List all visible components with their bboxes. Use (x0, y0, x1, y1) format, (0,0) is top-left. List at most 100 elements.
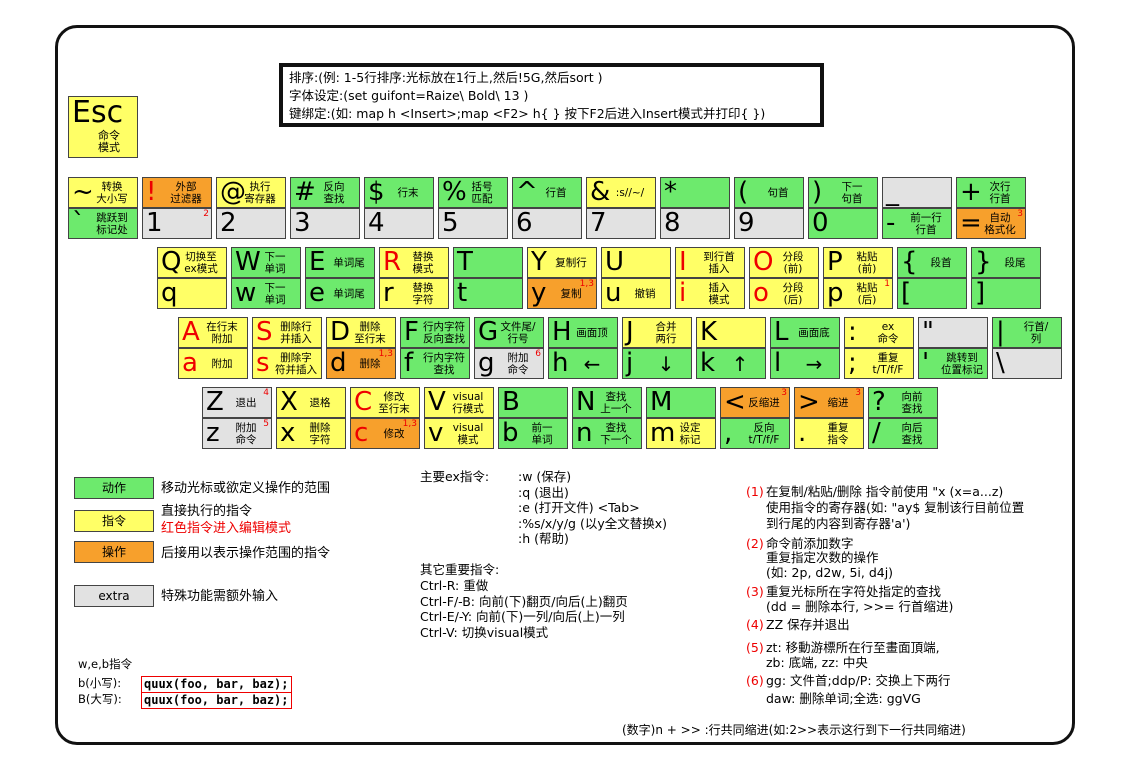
key-char: 0 (812, 208, 829, 238)
key-3-1: X 退格 x 删除 字符 (276, 387, 346, 449)
key-footnote: 6 (535, 349, 541, 359)
key-lower-half: - 前一行 行首 (882, 208, 952, 239)
key-char: 6 (516, 208, 533, 238)
key-lower-half: j ↓ (622, 348, 692, 379)
key-0-11: _ - 前一行 行首 (882, 177, 952, 239)
key-desc: 设定 标记 (679, 422, 701, 446)
key-char: 5 (442, 208, 459, 238)
key-3-8: > 缩进 3. 重复 指令 (794, 387, 864, 449)
indent-tip: (数字)n + >> :行共同缩进(如:2>>表示这行到下一行共同缩进) (622, 723, 966, 737)
key-lower-half: 6 (512, 208, 582, 239)
key-lower-half: k ↑ (696, 348, 766, 379)
key-2-2: D 删除 至行末 d 删除 1,3 (326, 317, 396, 379)
key-lower-half: , 反向 t/T/f/F (720, 418, 790, 449)
key-char: : (848, 317, 857, 347)
key-lower-half: s 删除字 符并插入 (252, 348, 322, 379)
key-desc: 切换至 ex模式 (184, 251, 218, 275)
key-char: g (478, 348, 495, 378)
key-desc: 退出 (235, 397, 257, 409)
key-char: * (664, 177, 677, 207)
wb-big-label: B(大写): (78, 692, 122, 706)
key-lower-half: l → (770, 348, 840, 379)
key-upper-half: D 删除 至行末 (326, 317, 396, 348)
key-char: M (650, 387, 673, 417)
key-lower-half: t (453, 278, 523, 309)
tip-3: (3) 重复光标所在字符处指定的查找 (dd = 删除本行, >>= 行首缩进) (746, 584, 953, 614)
key-char: ) (812, 177, 823, 207)
key-desc: 粘贴 (后) (856, 282, 878, 306)
key-upper-half: F 行内字符 反向查找 (400, 317, 470, 348)
key-desc: 文件尾/ 行号 (500, 321, 536, 345)
key-0-2: @ 执行 寄存器 2 (216, 177, 286, 239)
key-char: ( (738, 177, 749, 207)
key-char: V (428, 387, 446, 417)
key-char: Z (206, 387, 224, 417)
key-char: " (922, 317, 934, 347)
key-lower-half: . 重复 指令 (794, 418, 864, 449)
key-char: y (531, 278, 547, 308)
key-0-3: # 反向 查找 3 (290, 177, 360, 239)
key-upper-half: B (498, 387, 568, 418)
key-footnote: 5 (263, 419, 269, 429)
key-desc: 复制 (560, 288, 582, 300)
key-esc: Esc 命令 模式 (68, 96, 138, 158)
key-footnote: 1,3 (378, 349, 393, 359)
key-0-8: * 8 (660, 177, 730, 239)
key-lower-half: d 删除 1,3 (326, 348, 396, 379)
legend-text-command: 直接执行的指令 (161, 504, 253, 519)
tip-number: (1) (746, 484, 764, 499)
key-char: k (700, 348, 716, 378)
key-lower-half: 3 (290, 208, 360, 239)
key-char: l (774, 348, 782, 378)
key-desc: 附加 命令 (507, 352, 529, 376)
other-list: Ctrl-R: 重做 Ctrl-F/-B: 向前(下)翻页/向后(上)翻页 Ct… (420, 578, 628, 640)
key-lower-half: ` 跳跃到 标记处 (68, 208, 138, 239)
key-2-3: F 行内字符 反向查找 f 行内字符 查找 (400, 317, 470, 379)
key-char: t (457, 278, 468, 308)
key-lower-half: o 分段 (后) (749, 278, 819, 309)
key-char: 3 (294, 208, 311, 238)
key-desc: 删除 字符 (309, 422, 331, 446)
key-desc: 重复 t/T/f/F (872, 352, 904, 376)
key-upper-half: ^ 行首 (512, 177, 582, 208)
key-2-9: : ex 命令; 重复 t/T/f/F (844, 317, 914, 379)
key-desc: 删除字 符并插入 (275, 352, 317, 376)
key-lower-half: a 附加 (178, 348, 248, 379)
key-upper-half: H 画面顶 (548, 317, 618, 348)
key-3-5: N 查找 上一个 n 查找 下一个 (572, 387, 642, 449)
key-desc: 粘贴 (前) (856, 251, 878, 275)
key-3-6: Mm 设定 标记 (646, 387, 716, 449)
ex-item: :%s/x/y/g (以y全文替换x) (518, 515, 667, 531)
key-char: h (552, 348, 569, 378)
key-char: 1 (146, 208, 163, 238)
key-3-3: Vvisual 行模式 v visual 模式 (424, 387, 494, 449)
key-2-1: S 删除行 并插入 s 删除字 符并插入 (252, 317, 322, 379)
tip-line: ZZ 保存并退出 (766, 617, 850, 632)
key-desc: 分段 (后) (782, 282, 804, 306)
key-upper-half: A 在行末 附加 (178, 317, 248, 348)
key-desc: 画面底 (798, 327, 830, 339)
key-desc: 撤销 (634, 288, 656, 300)
key-char: f (404, 348, 414, 378)
key-desc: 下一 句首 (841, 181, 863, 205)
key-desc: ex 命令 (877, 321, 899, 345)
legend-text-action: 移动光标或欲定义操作的范围 (161, 481, 331, 496)
tip-line: 重复光标所在字符处指定的查找 (766, 584, 942, 599)
key-lower-half: p 粘贴 (后) 1 (823, 278, 893, 309)
key-desc: 自动 格式化 (984, 212, 1016, 236)
key-desc: 反向 查找 (323, 181, 345, 205)
ex-item: :h (帮助) (518, 531, 569, 546)
key-char: o (753, 278, 769, 308)
sort-tip: 排序:(例: 1-5行排序:光标放在1行上,然后!5G,然后sort ) (289, 70, 603, 85)
key-char: E (309, 247, 326, 277)
key-2-8: L 画面底 l → (770, 317, 840, 379)
key-upper-half: U (601, 247, 671, 278)
key-lower-half: 7 (586, 208, 656, 239)
key-2-4: G 文件尾/ 行号 g 附加 命令 6 (474, 317, 544, 379)
key-char: c (354, 418, 369, 448)
tip-line: (如: 2p, d2w, 5i, d4j) (766, 565, 894, 580)
key-desc: 画面顶 (576, 327, 608, 339)
key-1-6: Uu 撤销 (601, 247, 671, 309)
key-char: { (901, 247, 918, 277)
key-upper-half: N 查找 上一个 (572, 387, 642, 418)
